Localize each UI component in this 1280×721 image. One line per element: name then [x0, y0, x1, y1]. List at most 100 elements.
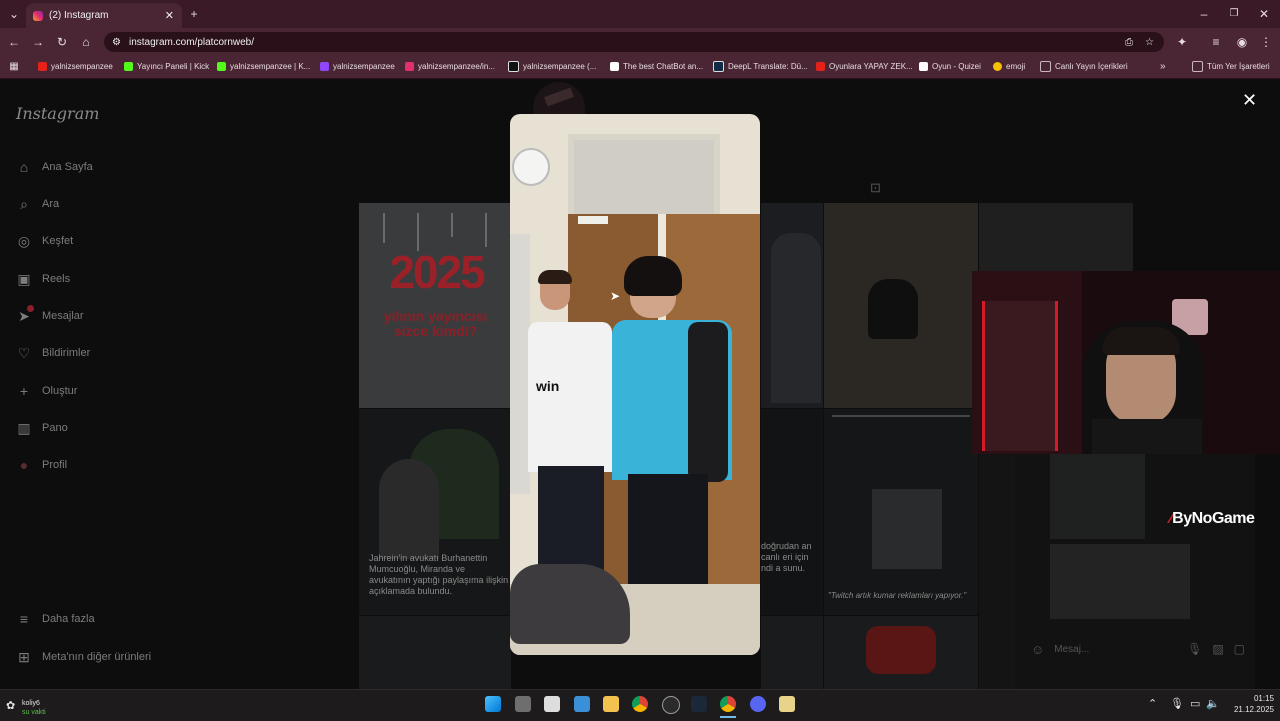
nav-more[interactable]: ≡ Daha fazla [16, 608, 95, 630]
post-tile-youtube[interactable] [824, 616, 978, 689]
photos-icon[interactable] [574, 696, 590, 712]
bookmark-item[interactable]: yalnizsempanzee (... [508, 58, 596, 75]
user-widget[interactable]: koliy6 su vakti [22, 699, 46, 717]
file-explorer-icon[interactable] [603, 696, 619, 712]
active-app-indicator [720, 716, 736, 718]
nav-dashboard[interactable]: ▥ Pano [16, 417, 67, 439]
task-view-icon[interactable] [515, 696, 531, 712]
microphone-icon[interactable]: 🎙 [1170, 697, 1184, 710]
post-tile-twitch[interactable]: "Twitch artık kumar reklamları yapıyor." [824, 409, 978, 615]
window-restore-icon[interactable]: ❐ [1226, 7, 1242, 21]
messages-badge [27, 305, 34, 312]
chatbot-icon [610, 62, 619, 71]
story-photo[interactable]: win [510, 114, 760, 655]
post-tile-2025[interactable]: 2025 yılının yayıncısı sizce kimdi? [359, 203, 511, 408]
bookmark-item[interactable]: Oyun - Quizei [919, 58, 981, 75]
sticker-icon[interactable]: ▢ [1234, 642, 1245, 656]
bookmark-item[interactable]: yalnizsempanzee | K... [217, 58, 310, 75]
obs-icon[interactable] [662, 696, 680, 714]
mouse-cursor-icon: ➤ [610, 289, 621, 303]
close-modal-icon[interactable]: ✕ [1242, 90, 1257, 111]
image-icon[interactable]: ▨ [1212, 642, 1223, 656]
tab-close-icon[interactable]: ✕ [165, 9, 174, 22]
meta-grid-icon: ⊞ [18, 648, 30, 665]
bookmark-item[interactable]: emoji [993, 58, 1025, 75]
bookmark-item[interactable]: yalnizsempanzee [320, 58, 395, 75]
steam-icon[interactable] [691, 696, 707, 712]
bookmark-item[interactable]: yalnizsempanzee [38, 58, 113, 75]
volume-icon[interactable]: 🔈 [1206, 697, 1220, 710]
system-clock[interactable]: 01:15 21.12.2025 [1222, 693, 1274, 715]
apps-grid-icon[interactable]: ▦ [6, 60, 22, 74]
bookmark-item[interactable]: The best ChatBot an... [610, 58, 703, 75]
nav-profile[interactable]: ● Profil [16, 454, 67, 476]
nav-home[interactable]: ⌂ Ana Sayfa [16, 156, 93, 178]
post-question-text: yılının yayıncısı sizce kimdi? [383, 308, 488, 339]
media-control-icon[interactable]: ≡ [1208, 35, 1224, 49]
profile-avatar-icon: ● [19, 457, 29, 473]
emoji-icon[interactable]: ☺ [1031, 642, 1044, 657]
network-icon[interactable]: ▭ [1190, 697, 1200, 710]
instagram-logo[interactable]: Instagram [16, 104, 99, 123]
post-tile[interactable] [979, 203, 1133, 273]
bookmarks-overflow-icon[interactable]: » [1160, 58, 1166, 75]
nav-explore[interactable]: ◎ Keşfet [16, 230, 73, 252]
bookmark-item[interactable]: Oyunlara YAPAY ZEK... [816, 58, 913, 75]
bookmark-item[interactable]: Yayıncı Paneli | Kick [124, 58, 209, 75]
bookmark-item[interactable]: yalnizsempanzee/in... [405, 58, 495, 75]
chrome-icon[interactable] [632, 696, 648, 712]
post-partial-text: doğrudan an canlı eri için ndi a sunu. [761, 541, 812, 573]
new-tab-plus-icon[interactable]: + [186, 7, 202, 21]
message-input[interactable]: ☺ Mesaj... 🎙 ▨ ▢ [1031, 634, 1255, 664]
chrome-active-icon[interactable] [720, 696, 736, 712]
widget-icon[interactable]: ✿ [6, 699, 15, 712]
wall-clock [512, 148, 550, 186]
bookmark-folder[interactable]: Canlı Yayın İçerikleri [1040, 58, 1128, 75]
microphone-icon[interactable]: 🎙 [1187, 642, 1202, 656]
post-tile[interactable] [979, 454, 1019, 689]
browser-menu-icon[interactable]: ⋮ [1258, 35, 1274, 49]
app-icon[interactable] [544, 696, 560, 712]
start-menu-icon[interactable] [485, 696, 501, 712]
post-tile[interactable] [761, 203, 823, 408]
compass-icon: ◎ [17, 232, 31, 249]
tray-chevron-icon[interactable]: ⌃ [1148, 697, 1157, 710]
address-bar[interactable]: ⚙ instagram.com/platcornweb/ ⎙ ☆ [104, 32, 1164, 52]
all-bookmarks-folder[interactable]: Tüm Yer İşaretleri [1192, 58, 1270, 75]
nav-notifications[interactable]: ♡ Bildirimler [16, 342, 91, 364]
forward-arrow-icon[interactable]: → [30, 35, 46, 49]
install-app-icon[interactable]: ⎙ [1125, 37, 1133, 48]
folder-icon [1040, 61, 1051, 72]
post-tile[interactable]: doğrudan an canlı eri için ndi a sunu. [761, 409, 823, 615]
folder-icon [1192, 61, 1203, 72]
post-tile-desert[interactable] [824, 203, 978, 408]
messages-panel: ☺ Mesaj... 🎙 ▨ ▢ [1015, 454, 1255, 689]
bookmark-item[interactable]: DeepL Translate: Dü... [713, 58, 808, 75]
extensions-icon[interactable]: ✦ [1174, 35, 1190, 49]
bookmark-star-icon[interactable]: ☆ [1145, 37, 1154, 48]
nav-search[interactable]: ⌕ Ara [16, 193, 59, 215]
site-info-icon[interactable]: ⚙ [112, 37, 121, 48]
browser-tab-instagram[interactable]: (2) Instagram ✕ [26, 3, 182, 28]
window-close-icon[interactable]: ✕ [1256, 7, 1272, 21]
window-minimize-icon[interactable]: – [1196, 7, 1212, 21]
home-icon[interactable]: ⌂ [78, 35, 94, 49]
discord-icon[interactable] [750, 696, 766, 712]
post-tile[interactable] [359, 616, 511, 689]
clock-date: 21.12.2025 [1233, 705, 1274, 714]
back-arrow-icon[interactable]: ← [6, 35, 22, 49]
reload-icon[interactable]: ↻ [54, 35, 70, 49]
tab-list-chevron-icon[interactable]: ⌄ [6, 7, 22, 21]
sponsor-logo: ⁄ByNoGame [1170, 510, 1255, 527]
nav-create[interactable]: + Oluştur [16, 380, 78, 402]
post-tile-lawyer[interactable]: Jahrein'in avukatı Burhanettin Mumcuoğlu… [359, 409, 511, 615]
kick-icon [124, 62, 133, 71]
twitch-icon [320, 62, 329, 71]
nav-reels[interactable]: ▣ Reels [16, 268, 70, 290]
profile-avatar-icon[interactable]: ◉ [1234, 35, 1250, 49]
app-icon[interactable] [779, 696, 795, 712]
tagged-icon[interactable]: ⊡ [870, 180, 881, 196]
nav-meta-products[interactable]: ⊞ Meta'nın diğer ürünleri [16, 646, 151, 668]
instagram-icon [405, 62, 414, 71]
post-tile[interactable] [761, 616, 823, 689]
